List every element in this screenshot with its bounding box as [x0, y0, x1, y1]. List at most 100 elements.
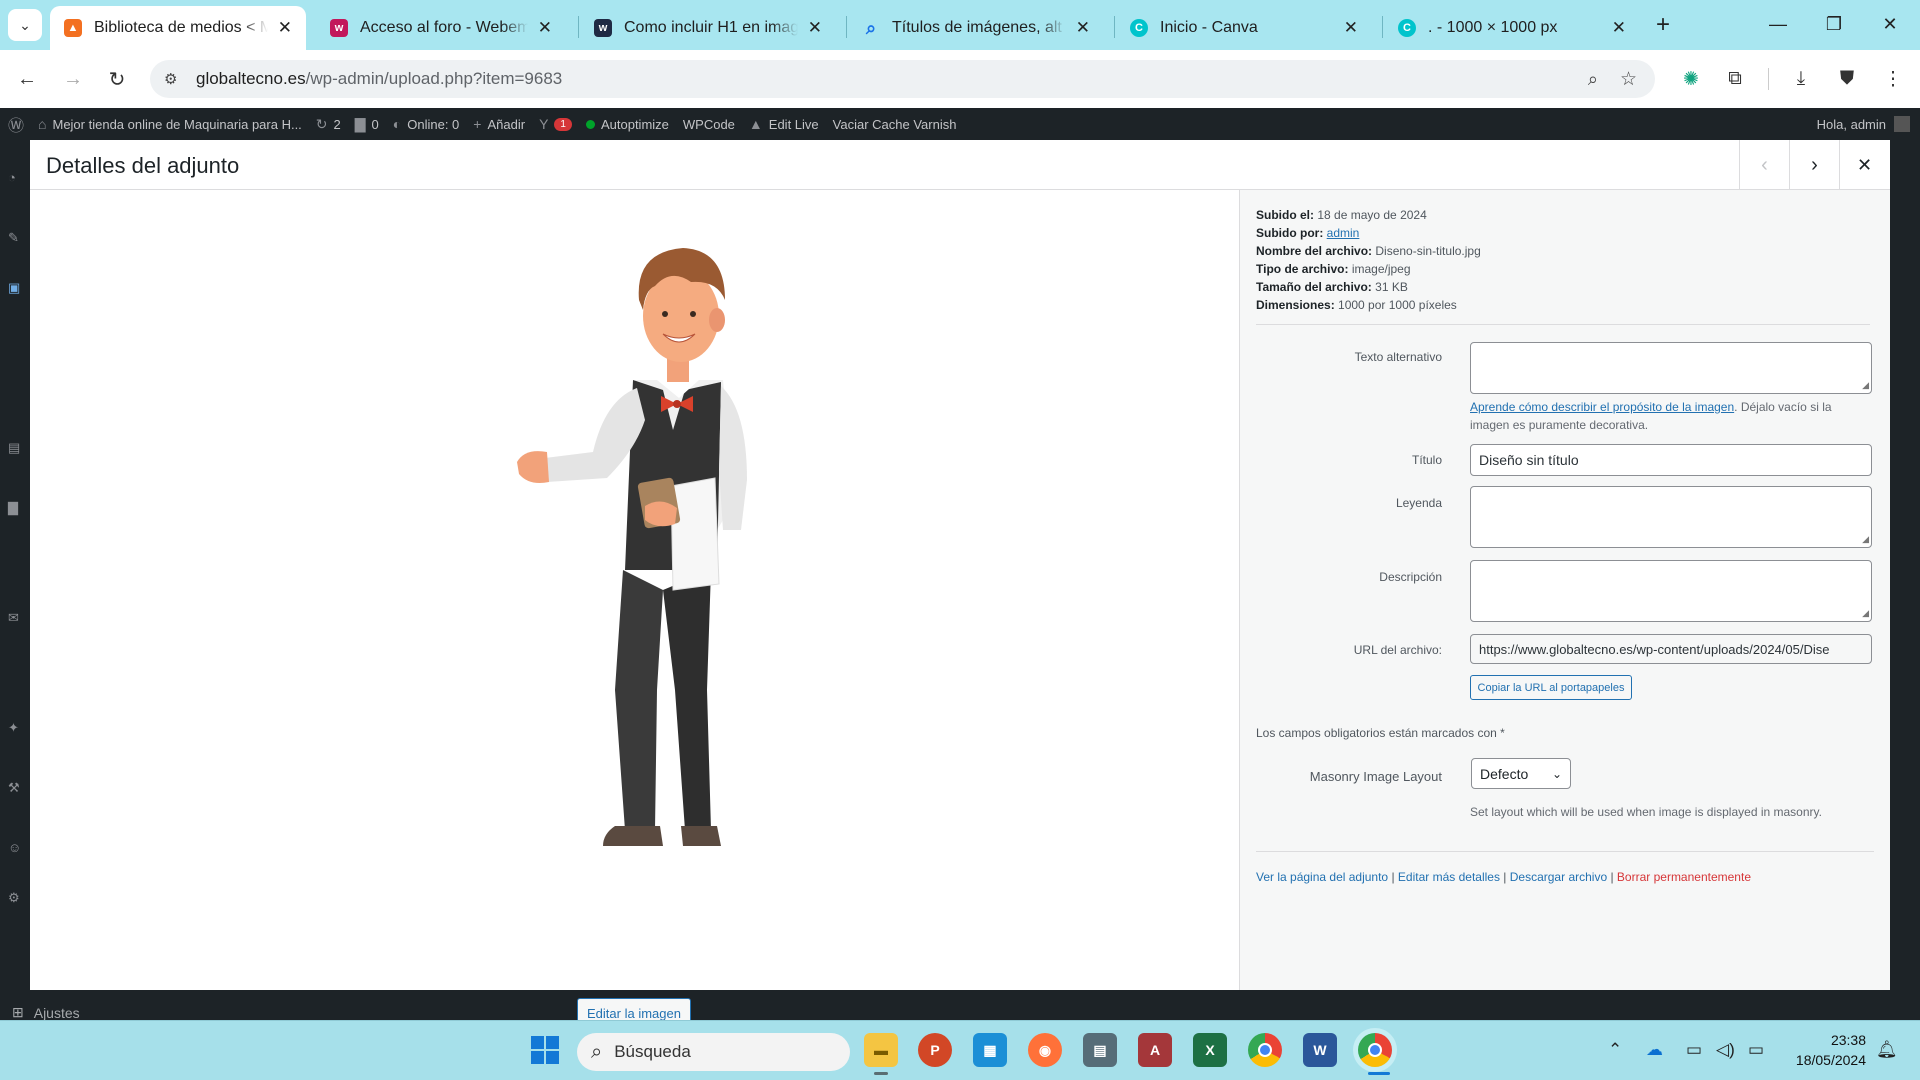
bookmark-star-icon[interactable]: ☆ [1620, 68, 1637, 91]
notifications-bell-icon[interactable]: 🔔︎ [1876, 1040, 1898, 1060]
forward-icon[interactable]: → [60, 66, 86, 92]
masonry-layout-select[interactable]: Defecto ⌄ [1471, 758, 1571, 789]
media-icon[interactable]: ▣ [8, 280, 24, 295]
store-icon[interactable]: ▦ [973, 1033, 1007, 1067]
resize-grip-icon[interactable]: ◢ [1862, 380, 1869, 391]
tab-title: Inicio - Canva [1160, 19, 1258, 36]
file-url-field[interactable]: https://www.globaltecno.es/wp-content/up… [1470, 634, 1872, 664]
calculator-icon[interactable]: ▤ [1083, 1033, 1117, 1067]
chrome-icon[interactable] [1248, 1033, 1282, 1067]
tools-icon[interactable]: ⚙ [8, 890, 24, 905]
close-tab-icon[interactable]: ✕ [808, 18, 822, 38]
edit-more-details-link[interactable]: Editar más detalles [1398, 870, 1500, 884]
admin-bar-online[interactable]: ◐ Online: 0 [393, 116, 460, 132]
zoom-icon[interactable]: ⌕ [1588, 69, 1598, 90]
new-tab-icon[interactable]: + [1648, 10, 1678, 40]
windows-taskbar [0, 1020, 1920, 1080]
show-hidden-icons-icon[interactable]: ⌃ [1608, 1040, 1622, 1060]
admin-bar-updates[interactable]: ↻ 2 [316, 116, 341, 133]
plugins-icon[interactable]: ⚒ [8, 780, 24, 795]
toolbar-separator [1768, 68, 1769, 90]
admin-bar-cache[interactable]: Vaciar Cache Varnish [833, 117, 957, 132]
alt-text-field[interactable]: ◢ [1470, 342, 1872, 394]
back-icon[interactable]: ← [14, 66, 40, 92]
tab-como-incluir-h1[interactable]: w Como incluir H1 en imagen ✕ [580, 6, 836, 50]
delete-permanently-link[interactable]: Borrar permanentemente [1617, 870, 1751, 884]
title-field[interactable]: Diseño sin título [1470, 444, 1872, 476]
meta-value: image/jpeg [1351, 262, 1411, 276]
active-running-indicator [1368, 1072, 1390, 1075]
restore-window-icon[interactable]: ❐ [1806, 8, 1862, 40]
tab-biblioteca-medios[interactable]: ▲ Biblioteca de medios < Me ✕ [50, 6, 306, 50]
alt-text-help-link[interactable]: Aprende cómo describir el propósito de l… [1470, 400, 1734, 414]
access-icon[interactable]: A [1138, 1033, 1172, 1067]
dashboard-icon[interactable]: ◔ [8, 170, 24, 185]
pages-icon[interactable]: ▤ [8, 440, 24, 455]
sidebar-item-ajustes[interactable]: ⊞ Ajustes [12, 1004, 80, 1021]
admin-bar-autoptimize[interactable]: Autoptimize [585, 117, 669, 132]
minimize-window-icon[interactable]: — [1750, 8, 1806, 40]
close-modal-button[interactable]: ✕ [1839, 140, 1889, 190]
tab-titulos-imagenes[interactable]: ⌕ Títulos de imágenes, alt y t ✕ [848, 6, 1104, 50]
windows-start-icon[interactable] [528, 1033, 562, 1067]
word-icon[interactable]: W [1303, 1033, 1337, 1067]
close-window-icon[interactable]: ✕ [1862, 8, 1918, 40]
chrome-profile-icon[interactable] [1358, 1033, 1392, 1067]
admin-bar-site-name[interactable]: ⌂ Mejor tienda online de Maquinaria para … [38, 116, 302, 132]
onedrive-cloud-icon[interactable]: ☁ [1646, 1040, 1663, 1060]
resize-grip-icon[interactable]: ◢ [1862, 608, 1869, 619]
tab-canva-design[interactable]: C . - 1000 × 1000 px ✕ [1384, 6, 1640, 50]
tab-title: Títulos de imágenes, alt y t [892, 19, 1066, 36]
wp-admin-bar: Ⓦ ⌂ Mejor tienda online de Maquinaria par… [0, 108, 1920, 140]
tab-search-menu-icon[interactable]: ⌄ [8, 9, 42, 41]
masonry-help-text: Set layout which will be used when image… [1470, 805, 1822, 819]
site-info-icon[interactable]: ⚙ [164, 70, 184, 88]
admin-bar-account[interactable]: Hola, admin [1817, 108, 1910, 140]
close-tab-icon[interactable]: ✕ [1344, 18, 1358, 38]
appearance-icon[interactable]: ✦ [8, 720, 24, 735]
users-icon[interactable]: ☺ [8, 840, 24, 855]
admin-bar-edit-live[interactable]: ▲ Edit Live [749, 116, 819, 132]
download-icon[interactable]: ⤓ [1788, 66, 1814, 92]
firefox-icon[interactable]: ◉ [1028, 1033, 1062, 1067]
chatgpt-extension-icon[interactable]: ✺ [1678, 66, 1704, 92]
wordpress-logo-icon[interactable]: Ⓦ [8, 112, 24, 136]
posts-icon[interactable]: ✎ [8, 230, 24, 245]
address-bar[interactable]: ⚙ globaltecno.es/wp-admin/upload.php?ite… [150, 60, 1655, 98]
profile-shield-icon[interactable]: ⛊ [1834, 66, 1860, 92]
taskbar-clock[interactable]: 23:38 18/05/2024 [1782, 1030, 1866, 1070]
title-value: Diseño sin título [1479, 452, 1579, 468]
tab-acceso-foro[interactable]: w Acceso al foro - Webempre ✕ [316, 6, 566, 50]
mail-icon[interactable]: ✉ [8, 610, 24, 625]
close-tab-icon[interactable]: ✕ [538, 18, 552, 38]
extensions-puzzle-icon[interactable]: ⧉ [1722, 66, 1748, 92]
download-file-link[interactable]: Descargar archivo [1510, 870, 1607, 884]
comments-menu-icon[interactable]: ▇ [8, 500, 24, 515]
close-tab-icon[interactable]: ✕ [278, 18, 292, 38]
powerpoint-icon[interactable]: P [918, 1033, 952, 1067]
network-icon[interactable]: ▭ [1686, 1040, 1702, 1060]
volume-icon[interactable]: ◁) [1716, 1040, 1735, 1060]
admin-bar-yoast[interactable]: Y1 [539, 116, 572, 132]
close-tab-icon[interactable]: ✕ [1612, 18, 1626, 38]
previous-attachment-button[interactable]: ‹ [1739, 140, 1789, 190]
file-explorer-icon[interactable]: ▬ [864, 1033, 898, 1067]
resize-grip-icon[interactable]: ◢ [1862, 534, 1869, 545]
browser-menu-icon[interactable]: ⋮ [1880, 66, 1906, 92]
uploader-link[interactable]: admin [1327, 226, 1360, 240]
reload-icon[interactable]: ↻ [104, 66, 130, 92]
admin-bar-comments[interactable]: ▇ 0 [355, 116, 379, 133]
next-attachment-button[interactable]: › [1789, 140, 1839, 190]
description-field[interactable]: ◢ [1470, 560, 1872, 622]
copy-url-button[interactable]: Copiar la URL al portapapeles [1470, 675, 1632, 700]
caption-field[interactable]: ◢ [1470, 486, 1872, 548]
battery-icon[interactable]: ▭ [1748, 1040, 1764, 1060]
tab-inicio-canva[interactable]: C Inicio - Canva ✕ [1116, 6, 1372, 50]
admin-bar-wpcode[interactable]: WPCode [683, 117, 735, 132]
taskbar-search[interactable]: ⌕ Búsqueda [577, 1033, 850, 1071]
excel-icon[interactable]: X [1193, 1033, 1227, 1067]
view-attachment-page-link[interactable]: Ver la página del adjunto [1256, 870, 1388, 884]
close-tab-icon[interactable]: ✕ [1076, 18, 1090, 38]
admin-bar-add-new[interactable]: + Añadir [473, 116, 525, 132]
canva-favicon-icon: C [1398, 19, 1416, 37]
